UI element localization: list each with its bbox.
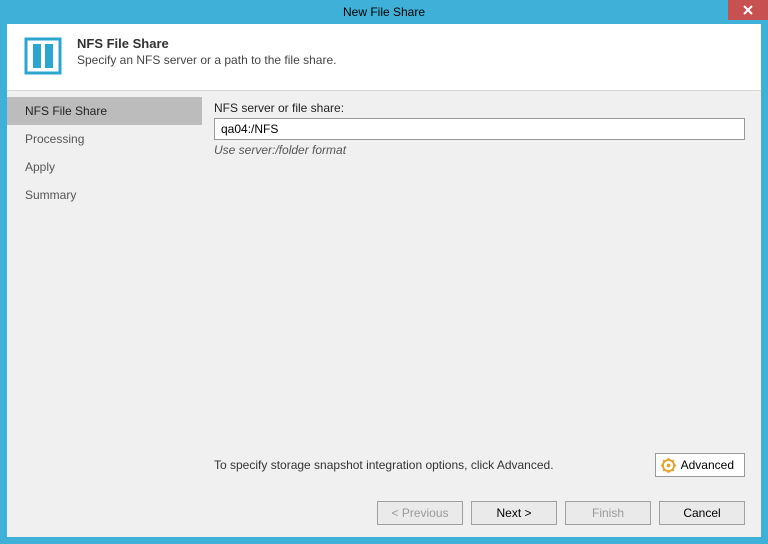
header-text: NFS File Share Specify an NFS server or …: [77, 36, 336, 67]
window-title: New File Share: [343, 5, 425, 19]
server-path-label: NFS server or file share:: [214, 101, 745, 115]
next-button[interactable]: Next >: [471, 501, 557, 525]
finish-button: Finish: [565, 501, 651, 525]
server-path-hint: Use server:/folder format: [214, 143, 745, 157]
advanced-button[interactable]: Advanced: [655, 453, 745, 477]
wizard-content: NFS server or file share: Use server:/fo…: [202, 91, 761, 491]
close-button[interactable]: [728, 0, 768, 20]
wizard-body: NFS File Share Processing Apply Summary …: [7, 91, 761, 491]
snapshot-row: To specify storage snapshot integration …: [214, 453, 745, 477]
sidebar-item-label: NFS File Share: [25, 104, 107, 118]
header-title: NFS File Share: [77, 36, 336, 51]
wizard-header: NFS File Share Specify an NFS server or …: [7, 24, 761, 91]
server-path-input[interactable]: [214, 118, 745, 140]
file-share-icon: [23, 36, 63, 76]
sidebar-item-label: Summary: [25, 188, 76, 202]
sidebar-item-label: Processing: [25, 132, 84, 146]
advanced-button-label: Advanced: [681, 458, 734, 472]
step-processing[interactable]: Processing: [7, 125, 202, 153]
wizard-footer: < Previous Next > Finish Cancel: [7, 491, 761, 537]
titlebar: New File Share: [0, 0, 768, 24]
wizard-steps-sidebar: NFS File Share Processing Apply Summary: [7, 91, 202, 491]
step-nfs-file-share[interactable]: NFS File Share: [7, 97, 202, 125]
close-icon: [743, 5, 753, 15]
previous-button: < Previous: [377, 501, 463, 525]
cancel-button[interactable]: Cancel: [659, 501, 745, 525]
header-subtitle: Specify an NFS server or a path to the f…: [77, 53, 336, 67]
sidebar-item-label: Apply: [25, 160, 55, 174]
step-summary[interactable]: Summary: [7, 181, 202, 209]
snapshot-hint-text: To specify storage snapshot integration …: [214, 458, 554, 472]
dialog-window: New File Share NFS File Share Specify an…: [0, 0, 768, 544]
gear-icon: [661, 458, 676, 473]
step-apply[interactable]: Apply: [7, 153, 202, 181]
